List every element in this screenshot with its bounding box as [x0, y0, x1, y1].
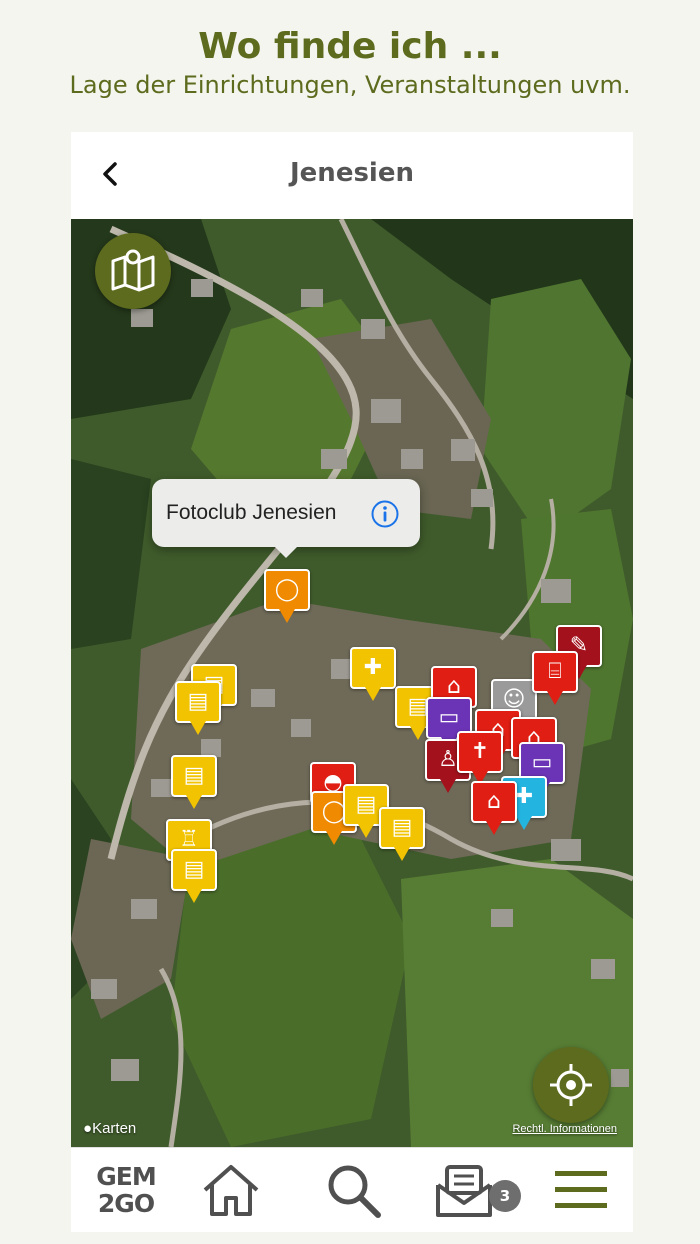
apple-logo-icon: ● [83, 1120, 93, 1137]
home-icon [203, 1165, 259, 1216]
trophy-icon: ♖ [179, 827, 199, 852]
tab-bar: GEM 2GO 3 [71, 1147, 633, 1232]
school-icon: ⌸ [548, 659, 562, 684]
legal-link[interactable]: Rechtl. Informationen [512, 1123, 617, 1135]
messages-badge: 3 [489, 1180, 521, 1212]
tab-home[interactable] [196, 1158, 266, 1222]
locate-me-button[interactable] [533, 1047, 609, 1123]
map-pin-school[interactable]: ⌸ [532, 651, 578, 705]
logo-line-2: 2GO [97, 1189, 155, 1218]
screen-title: Jenesien [290, 158, 414, 188]
theater-icon: ☺ [502, 687, 526, 712]
promo-subtitle: Lage der Einrichtungen, Veranstaltungen … [69, 71, 631, 99]
tab-menu[interactable] [546, 1158, 616, 1222]
promo-title: Wo finde ich ... [198, 26, 502, 67]
logo-line-1: GEM [96, 1162, 156, 1191]
house-icon: ⌂ [487, 789, 501, 814]
tab-gem2go-logo[interactable]: GEM 2GO [91, 1158, 161, 1222]
tab-search[interactable] [318, 1158, 388, 1222]
map-pin-pharmacy[interactable]: ✚ [350, 647, 396, 701]
map-layers-button[interactable] [95, 233, 171, 309]
messages-icon [436, 1165, 492, 1217]
family-icon: ♙ [438, 747, 458, 772]
map-callout[interactable]: Fotoclub Jenesien [152, 479, 420, 558]
menu-icon [555, 1171, 607, 1208]
church-icon: ⌂ [447, 674, 461, 699]
map-pin[interactable]: ▤ [175, 681, 221, 735]
venue-icon: ▤ [183, 763, 205, 788]
map-layers-icon [111, 249, 155, 292]
map-pin[interactable]: ✝ [457, 731, 503, 785]
map-attribution: ●Karten [83, 1120, 136, 1137]
search-icon [328, 1165, 381, 1218]
gem2go-logo: GEM 2GO [96, 1162, 156, 1218]
venue-icon: ▤ [391, 815, 413, 840]
map-pin[interactable]: ▤ [171, 849, 217, 903]
attribution-text: Karten [92, 1120, 137, 1137]
rings-icon: ◯ [274, 577, 300, 602]
tab-messages[interactable] [429, 1158, 499, 1222]
map-pin-fotoclub[interactable]: ◯ [264, 569, 310, 623]
top-bar: Jenesien [71, 132, 633, 219]
locate-me-icon [550, 1064, 592, 1106]
phone-screen: Jenesien Fotoclub Jenesien ◯ ▤ ✚ ▤ ⌂ ▭ ☺… [71, 132, 633, 1232]
hotel-icon: ▭ [531, 750, 553, 775]
medical-icon: ✚ [514, 784, 534, 809]
church-icon: ✝ [470, 739, 490, 764]
map-pin[interactable]: ▤ [379, 807, 425, 861]
venue-icon: ▤ [187, 689, 209, 714]
info-icon[interactable] [370, 499, 400, 529]
callout-label: Fotoclub Jenesien [166, 501, 337, 524]
pharmacy-icon: ✚ [363, 655, 383, 680]
map-pin[interactable]: ⌂ [471, 781, 517, 835]
map-view[interactable]: Fotoclub Jenesien ◯ ▤ ▤ ✚ ▤ [71, 219, 633, 1147]
venue-icon: ▤ [355, 792, 377, 817]
map-pin[interactable]: ▤ [171, 755, 217, 809]
venue-icon: ▤ [183, 857, 205, 882]
hotel-icon: ▭ [438, 705, 460, 730]
